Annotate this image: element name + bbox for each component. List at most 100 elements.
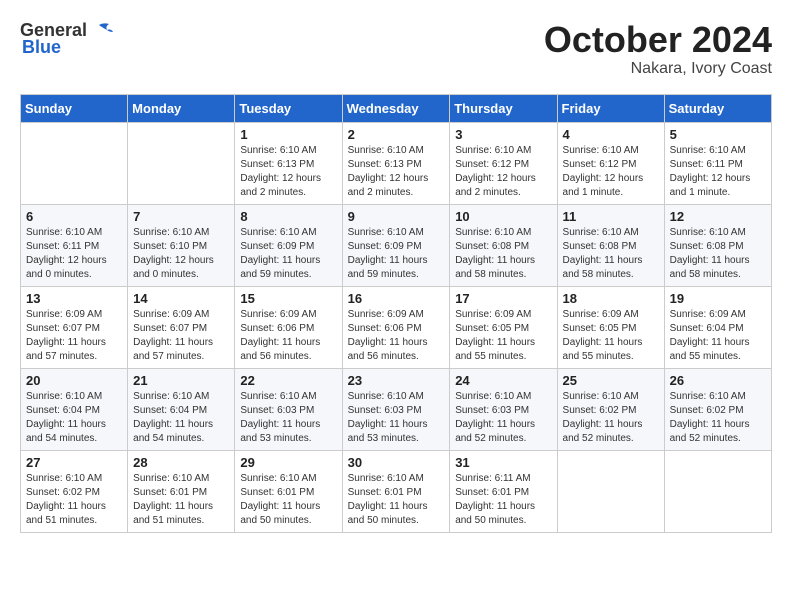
- day-info: Sunrise: 6:10 AMSunset: 6:04 PMDaylight:…: [133, 390, 229, 446]
- day-number: 7: [133, 209, 229, 224]
- day-number: 15: [240, 291, 336, 306]
- calendar-day-cell: 13 Sunrise: 6:09 AMSunset: 6:07 PMDayligh…: [21, 286, 128, 368]
- calendar-day-cell: 29Sunrise: 6:10 AMSunset: 6:01 PMDayligh…: [235, 450, 342, 532]
- calendar-day-cell: 11 Sunrise: 6:10 AMSunset: 6:08 PMDayligh…: [557, 204, 664, 286]
- day-number: 19: [670, 291, 766, 306]
- day-number: 20: [26, 373, 122, 388]
- weekday-header: Monday: [128, 94, 235, 122]
- day-info: Sunrise: 6:10 AMSunset: 6:08 PMDaylight:…: [455, 226, 551, 282]
- day-number: 28: [133, 455, 229, 470]
- day-number: 23: [348, 373, 445, 388]
- calendar-day-cell: 10 Sunrise: 6:10 AMSunset: 6:08 PMDayligh…: [450, 204, 557, 286]
- calendar-day-cell: 21 Sunrise: 6:10 AMSunset: 6:04 PMDayligh…: [128, 368, 235, 450]
- day-number: 16: [348, 291, 445, 306]
- day-number: 2: [348, 127, 445, 142]
- calendar-day-cell: 19 Sunrise: 6:09 AMSunset: 6:04 PMDayligh…: [664, 286, 771, 368]
- page-header: General Blue October 2024 Nakara, Ivory …: [20, 20, 772, 78]
- calendar-day-cell: 5 Sunrise: 6:10 AMSunset: 6:11 PMDaylight…: [664, 122, 771, 204]
- day-number: 21: [133, 373, 229, 388]
- day-info: Sunrise: 6:10 AMSunset: 6:04 PMDaylight:…: [26, 390, 122, 446]
- calendar-week-row: 6 Sunrise: 6:10 AMSunset: 6:11 PMDaylight…: [21, 204, 772, 286]
- calendar-table: SundayMondayTuesdayWednesdayThursdayFrid…: [20, 94, 772, 533]
- calendar-day-cell: 28Sunrise: 6:10 AMSunset: 6:01 PMDayligh…: [128, 450, 235, 532]
- day-info: Sunrise: 6:09 AMSunset: 6:06 PMDaylight:…: [348, 308, 445, 364]
- day-number: 12: [670, 209, 766, 224]
- calendar-day-cell: 2 Sunrise: 6:10 AMSunset: 6:13 PMDaylight…: [342, 122, 450, 204]
- calendar-day-cell: 30 Sunrise: 6:10 AMSunset: 6:01 PMDayligh…: [342, 450, 450, 532]
- calendar-day-cell: 7 Sunrise: 6:10 AMSunset: 6:10 PMDaylight…: [128, 204, 235, 286]
- day-info: Sunrise: 6:09 AMSunset: 6:04 PMDaylight:…: [670, 308, 766, 364]
- calendar-day-cell: 16 Sunrise: 6:09 AMSunset: 6:06 PMDayligh…: [342, 286, 450, 368]
- day-info: Sunrise: 6:10 AMSunset: 6:03 PMDaylight:…: [240, 390, 336, 446]
- calendar-day-cell: [128, 122, 235, 204]
- weekday-header: Sunday: [21, 94, 128, 122]
- day-info: Sunrise: 6:10 AMSunset: 6:08 PMDaylight:…: [563, 226, 659, 282]
- day-info: Sunrise: 6:10 AMSunset: 6:11 PMDaylight:…: [26, 226, 122, 282]
- day-info: Sunrise: 6:10 AMSunset: 6:08 PMDaylight:…: [670, 226, 766, 282]
- day-number: 27: [26, 455, 122, 470]
- day-info: Sunrise: 6:10 AMSunset: 6:02 PMDaylight:…: [563, 390, 659, 446]
- day-info: Sunrise: 6:09 AMSunset: 6:07 PMDaylight:…: [26, 308, 122, 364]
- day-number: 14: [133, 291, 229, 306]
- day-number: 10: [455, 209, 551, 224]
- calendar-day-cell: 8 Sunrise: 6:10 AMSunset: 6:09 PMDaylight…: [235, 204, 342, 286]
- day-number: 24: [455, 373, 551, 388]
- day-info: Sunrise: 6:10 AMSunset: 6:13 PMDaylight:…: [348, 144, 445, 200]
- day-info: Sunrise: 6:09 AMSunset: 6:06 PMDaylight:…: [240, 308, 336, 364]
- day-info: Sunrise: 6:10 AMSunset: 6:11 PMDaylight:…: [670, 144, 766, 200]
- calendar-day-cell: 25 Sunrise: 6:10 AMSunset: 6:02 PMDayligh…: [557, 368, 664, 450]
- day-number: 17: [455, 291, 551, 306]
- calendar-day-cell: [21, 122, 128, 204]
- calendar-day-cell: 23Sunrise: 6:10 AMSunset: 6:03 PMDayligh…: [342, 368, 450, 450]
- day-info: Sunrise: 6:10 AMSunset: 6:13 PMDaylight:…: [240, 144, 336, 200]
- weekday-header: Friday: [557, 94, 664, 122]
- day-info: Sunrise: 6:10 AMSunset: 6:10 PMDaylight:…: [133, 226, 229, 282]
- day-number: 6: [26, 209, 122, 224]
- day-number: 22: [240, 373, 336, 388]
- calendar-day-cell: 4Sunrise: 6:10 AMSunset: 6:12 PMDaylight…: [557, 122, 664, 204]
- day-number: 26: [670, 373, 766, 388]
- day-number: 13: [26, 291, 122, 306]
- day-info: Sunrise: 6:10 AMSunset: 6:03 PMDaylight:…: [455, 390, 551, 446]
- day-number: 8: [240, 209, 336, 224]
- weekday-header: Wednesday: [342, 94, 450, 122]
- day-info: Sunrise: 6:10 AMSunset: 6:02 PMDaylight:…: [26, 472, 122, 528]
- day-info: Sunrise: 6:11 AMSunset: 6:01 PMDaylight:…: [455, 472, 551, 528]
- calendar-week-row: 20 Sunrise: 6:10 AMSunset: 6:04 PMDayligh…: [21, 368, 772, 450]
- day-number: 25: [563, 373, 659, 388]
- calendar-day-cell: [557, 450, 664, 532]
- weekday-header: Tuesday: [235, 94, 342, 122]
- day-number: 30: [348, 455, 445, 470]
- title-block: October 2024 Nakara, Ivory Coast: [544, 20, 772, 78]
- month-title: October 2024: [544, 20, 772, 60]
- day-number: 1: [240, 127, 336, 142]
- calendar-day-cell: 6 Sunrise: 6:10 AMSunset: 6:11 PMDaylight…: [21, 204, 128, 286]
- day-info: Sunrise: 6:10 AMSunset: 6:09 PMDaylight:…: [240, 226, 336, 282]
- weekday-header-row: SundayMondayTuesdayWednesdayThursdayFrid…: [21, 94, 772, 122]
- day-number: 31: [455, 455, 551, 470]
- day-info: Sunrise: 6:10 AMSunset: 6:09 PMDaylight:…: [348, 226, 445, 282]
- calendar-day-cell: 31 Sunrise: 6:11 AMSunset: 6:01 PMDayligh…: [450, 450, 557, 532]
- logo: General Blue: [20, 20, 113, 58]
- calendar-day-cell: [664, 450, 771, 532]
- day-info: Sunrise: 6:10 AMSunset: 6:01 PMDaylight:…: [348, 472, 445, 528]
- day-info: Sunrise: 6:09 AMSunset: 6:05 PMDaylight:…: [455, 308, 551, 364]
- location: Nakara, Ivory Coast: [544, 60, 772, 78]
- day-number: 5: [670, 127, 766, 142]
- calendar-day-cell: 3Sunrise: 6:10 AMSunset: 6:12 PMDaylight…: [450, 122, 557, 204]
- day-number: 18: [563, 291, 659, 306]
- day-number: 11: [563, 209, 659, 224]
- day-info: Sunrise: 6:10 AMSunset: 6:02 PMDaylight:…: [670, 390, 766, 446]
- calendar-day-cell: 1 Sunrise: 6:10 AMSunset: 6:13 PMDaylight…: [235, 122, 342, 204]
- day-number: 29: [240, 455, 336, 470]
- logo-bird-icon: [91, 22, 113, 40]
- calendar-day-cell: 27 Sunrise: 6:10 AMSunset: 6:02 PMDayligh…: [21, 450, 128, 532]
- calendar-day-cell: 26 Sunrise: 6:10 AMSunset: 6:02 PMDayligh…: [664, 368, 771, 450]
- calendar-week-row: 13 Sunrise: 6:09 AMSunset: 6:07 PMDayligh…: [21, 286, 772, 368]
- calendar-day-cell: 17 Sunrise: 6:09 AMSunset: 6:05 PMDayligh…: [450, 286, 557, 368]
- logo-blue: Blue: [22, 37, 61, 58]
- calendar-day-cell: 15 Sunrise: 6:09 AMSunset: 6:06 PMDayligh…: [235, 286, 342, 368]
- day-number: 9: [348, 209, 445, 224]
- calendar-day-cell: 24 Sunrise: 6:10 AMSunset: 6:03 PMDayligh…: [450, 368, 557, 450]
- day-info: Sunrise: 6:09 AMSunset: 6:05 PMDaylight:…: [563, 308, 659, 364]
